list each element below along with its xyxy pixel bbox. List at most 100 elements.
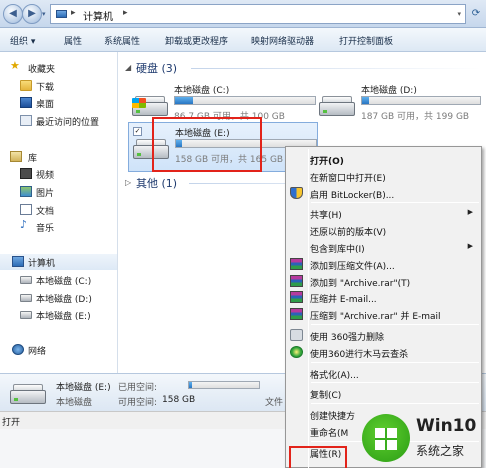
nav-documents-label: 文档 bbox=[36, 207, 55, 217]
drive-name: 本地磁盘 (E:) bbox=[175, 129, 230, 139]
computer-icon bbox=[56, 10, 67, 18]
menu-item-label: 创建快捷方 bbox=[310, 412, 356, 423]
menu-item[interactable]: 添加到压缩文件(A)... bbox=[288, 256, 481, 273]
nav-documents[interactable]: 文档 bbox=[0, 202, 117, 218]
win10-watermark: Win10 系统之家 bbox=[362, 412, 484, 464]
menu-item[interactable]: 添加到 "Archive.rar"(T) bbox=[288, 273, 481, 290]
menu-item-label: 打开(O) bbox=[310, 157, 344, 167]
map-network-drive-button[interactable]: 映射网络驱动器 bbox=[251, 34, 314, 47]
menu-separator bbox=[311, 202, 479, 204]
menu-item[interactable]: 还原以前的版本(V) bbox=[288, 222, 481, 239]
menu-item[interactable]: 使用 360强力删除 bbox=[288, 327, 481, 344]
drive-space: 187 GB 可用，共 199 GB bbox=[361, 112, 470, 122]
nav-music[interactable]: ♪ 音乐 bbox=[0, 219, 117, 235]
details-free-label: 可用空间: bbox=[118, 398, 158, 408]
selection-checkbox[interactable]: ✓ bbox=[133, 127, 142, 136]
menu-item[interactable]: 启用 BitLocker(B)... bbox=[288, 185, 481, 202]
nav-drive-c[interactable]: 本地磁盘 (C:) bbox=[0, 272, 117, 288]
videos-icon bbox=[20, 168, 32, 179]
address-dropdown-icon[interactable]: ▾ bbox=[457, 10, 461, 18]
nav-videos-label: 视频 bbox=[36, 171, 55, 181]
documents-icon bbox=[20, 204, 32, 215]
menu-separator bbox=[311, 324, 479, 325]
menu-item[interactable]: 格式化(A)... bbox=[288, 365, 481, 382]
menu-item[interactable]: 包含到库中(I) ▶ bbox=[288, 239, 481, 256]
star-icon: ★ bbox=[10, 59, 20, 72]
recent-pages-dropdown-icon[interactable]: ▾ bbox=[42, 10, 46, 18]
nav-pictures[interactable]: 图片 bbox=[0, 184, 117, 200]
details-filesystem-partial: 文件 bbox=[265, 398, 284, 408]
nav-computer-label: 计算机 bbox=[28, 259, 56, 269]
menu-item-label: 启用 BitLocker(B)... bbox=[310, 190, 395, 201]
nav-drive-d[interactable]: 本地磁盘 (D:) bbox=[0, 290, 117, 306]
winrar-icon bbox=[290, 308, 303, 321]
submenu-arrow-icon: ▶ bbox=[467, 242, 473, 250]
winrar-icon bbox=[290, 291, 303, 304]
nav-desktop-label: 桌面 bbox=[36, 100, 55, 110]
360-scan-icon bbox=[290, 345, 303, 358]
details-used-label: 已用空间: bbox=[118, 383, 158, 393]
menu-item[interactable]: 复制(C) bbox=[288, 385, 481, 402]
other-group-header[interactable]: 其他 (1) bbox=[136, 175, 177, 191]
breadcrumb-computer[interactable]: 计算机 bbox=[83, 8, 113, 23]
menu-item-label: 格式化(A)... bbox=[310, 370, 359, 381]
nav-favorites-label: 收藏夹 bbox=[28, 65, 56, 75]
nav-desktop[interactable]: 桌面 bbox=[0, 95, 117, 111]
nav-libraries-label: 库 bbox=[28, 154, 38, 164]
win10-logo-icon bbox=[362, 414, 410, 462]
drive-icon bbox=[20, 276, 32, 284]
refresh-icon[interactable]: ⟳ bbox=[468, 6, 484, 22]
details-free-value: 158 GB bbox=[162, 395, 196, 405]
system-properties-button[interactable]: 系统属性 bbox=[104, 34, 140, 47]
expand-arrow-icon[interactable]: ▷ bbox=[125, 178, 131, 187]
forward-button[interactable]: ▶ bbox=[22, 4, 42, 24]
nav-drive-e[interactable]: 本地磁盘 (E:) bbox=[0, 307, 117, 323]
nav-drive-c-label: 本地磁盘 (C:) bbox=[36, 277, 92, 287]
nav-computer[interactable]: 计算机 bbox=[0, 254, 117, 270]
nav-downloads[interactable]: 下载 bbox=[0, 78, 117, 94]
menu-item-label: 压缩并 E-mail... bbox=[310, 295, 377, 306]
breadcrumb-separator-2[interactable]: ▸ bbox=[123, 8, 128, 18]
menu-item[interactable]: 压缩到 "Archive.rar" 并 E-mail bbox=[288, 306, 481, 323]
hard-disks-group-header[interactable]: 硬盘 (3) bbox=[136, 60, 177, 76]
menu-item[interactable]: 压缩并 E-mail... bbox=[288, 289, 481, 306]
open-control-panel-button[interactable]: 打开控制面板 bbox=[339, 34, 393, 47]
menu-item-label: 添加到 "Archive.rar"(T) bbox=[310, 278, 411, 289]
back-button[interactable]: ◀ bbox=[3, 4, 23, 24]
menu-item[interactable]: 在新窗口中打开(E) bbox=[288, 168, 481, 185]
address-bar-row: ◀ ▶ ▾ ▸ 计算机 ▸ ▾ ⟳ bbox=[0, 0, 486, 28]
drive-name: 本地磁盘 (D:) bbox=[361, 86, 417, 96]
nav-network-label: 网络 bbox=[28, 347, 47, 357]
nav-libraries[interactable]: 库 bbox=[0, 149, 117, 165]
pictures-icon bbox=[20, 186, 32, 197]
submenu-arrow-icon: ▶ bbox=[467, 208, 473, 217]
winrar-icon bbox=[290, 257, 303, 270]
uninstall-program-button[interactable]: 卸载或更改程序 bbox=[165, 34, 228, 47]
nav-drive-d-label: 本地磁盘 (D:) bbox=[36, 295, 92, 305]
navigation-pane: ★ 收藏夹 下载 桌面 最近访问的位置 库 视频 图片 文档 ♪ 音乐 计算机 … bbox=[0, 52, 118, 373]
properties-button[interactable]: 属性 bbox=[64, 34, 82, 47]
organize-button[interactable]: 组织 ▾ bbox=[10, 34, 35, 47]
nav-favorites[interactable]: ★ 收藏夹 bbox=[0, 60, 117, 76]
breadcrumb-separator[interactable]: ▸ bbox=[71, 8, 76, 18]
menu-item[interactable]: 使用360进行木马云查杀 bbox=[288, 344, 481, 361]
nav-network[interactable]: 网络 bbox=[0, 342, 117, 358]
nav-drive-e-label: 本地磁盘 (E:) bbox=[36, 312, 91, 322]
nav-recent-label: 最近访问的位置 bbox=[36, 118, 100, 128]
details-drive-type: 本地磁盘 bbox=[56, 398, 93, 408]
drive-icon bbox=[133, 139, 169, 161]
collapse-arrow-icon[interactable]: ◢ bbox=[125, 63, 131, 72]
nav-recent-places[interactable]: 最近访问的位置 bbox=[0, 113, 117, 129]
drive-tile-d[interactable]: 本地磁盘 (D:) 187 GB 可用，共 199 GB bbox=[315, 80, 486, 130]
menu-item[interactable]: 打开(O) bbox=[288, 151, 481, 168]
address-box[interactable]: ▸ 计算机 ▸ ▾ bbox=[50, 4, 466, 24]
menu-separator bbox=[311, 403, 479, 405]
drive-icon bbox=[20, 311, 32, 319]
menu-item[interactable]: 共享(H) ▶ bbox=[288, 205, 481, 222]
drive-usage-bar bbox=[361, 96, 481, 105]
nav-videos[interactable]: 视频 bbox=[0, 166, 117, 182]
drive-icon bbox=[319, 96, 355, 118]
shield-icon bbox=[290, 186, 303, 199]
recent-places-icon bbox=[20, 115, 32, 126]
menu-item-label: 复制(C) bbox=[310, 391, 342, 402]
